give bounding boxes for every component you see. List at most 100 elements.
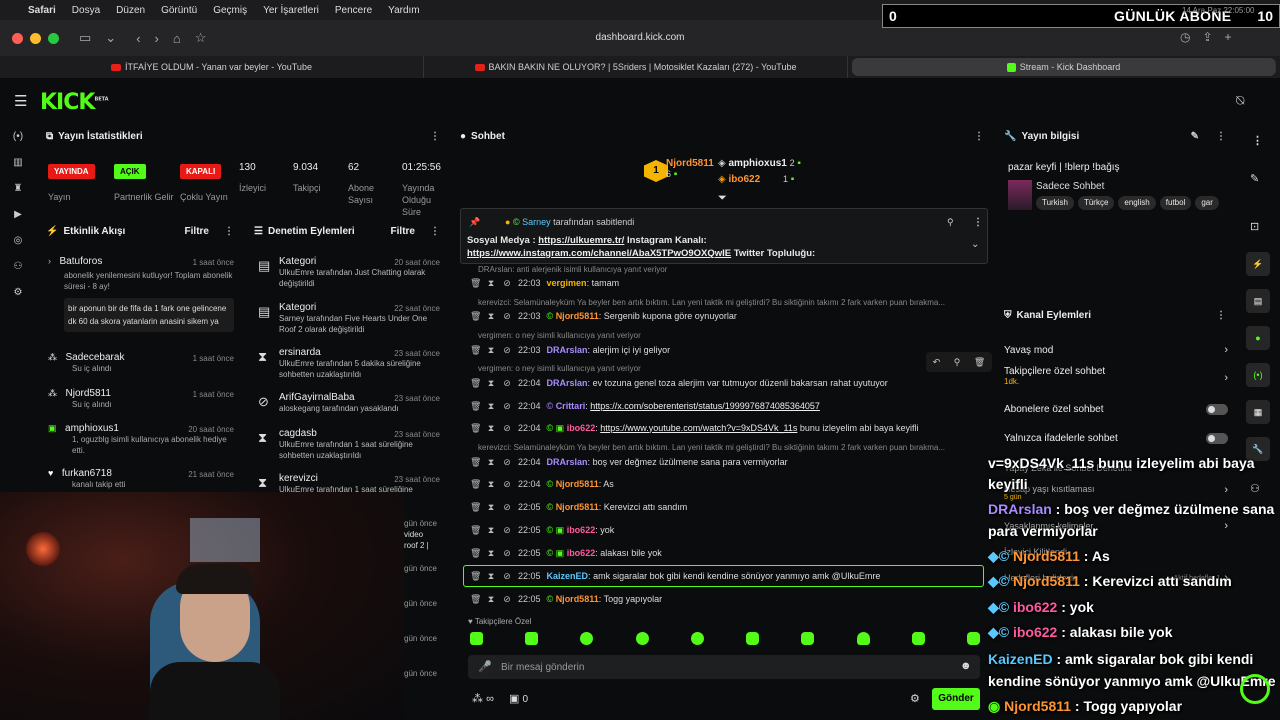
- zoom-window-button[interactable]: [48, 32, 59, 44]
- delete-icon[interactable]: 🗑: [974, 357, 985, 368]
- delete-icon[interactable]: 🗑: [470, 571, 481, 582]
- kebab-icon[interactable]: ⋮: [430, 131, 440, 142]
- trophy-icon[interactable]: ♜: [0, 176, 36, 202]
- delete-icon[interactable]: 🗑: [470, 594, 481, 605]
- emote-icon[interactable]: [525, 632, 539, 645]
- ban-icon[interactable]: ⊘: [502, 594, 512, 605]
- timeout-icon[interactable]: ⧗: [486, 502, 496, 513]
- timeout-icon[interactable]: ⧗: [486, 594, 496, 605]
- reply-icon[interactable]: ↶: [933, 357, 941, 368]
- timeout-icon[interactable]: ⧗: [486, 423, 496, 434]
- toggle-switch[interactable]: [1206, 403, 1228, 415]
- send-button[interactable]: Gönder: [932, 688, 980, 710]
- ban-icon[interactable]: ⊘: [502, 378, 512, 389]
- kebab-icon[interactable]: ⋮: [974, 131, 984, 142]
- message-user[interactable]: ibo622: [567, 525, 596, 535]
- video-icon[interactable]: ▶: [0, 202, 36, 228]
- event-user[interactable]: Batuforos: [60, 256, 103, 267]
- message-user[interactable]: DRArslan: [547, 345, 588, 355]
- emote-icon[interactable]: [690, 632, 704, 645]
- pinned-by[interactable]: Sarney: [522, 217, 551, 227]
- lightning-tool-button[interactable]: ⚡: [1246, 252, 1270, 276]
- store-tool-button[interactable]: ▦: [1246, 400, 1270, 424]
- message-user[interactable]: Njord5811: [556, 311, 599, 321]
- menu-item-view[interactable]: Görüntü: [161, 5, 197, 16]
- emote-icon[interactable]: [635, 632, 649, 645]
- emote-icon[interactable]: [966, 632, 980, 645]
- message-user[interactable]: Crittari: [556, 401, 586, 411]
- chevron-right-icon[interactable]: ›: [1224, 372, 1228, 384]
- ban-icon[interactable]: ⊘: [502, 401, 512, 412]
- chat-message[interactable]: 🗑 ⧗ ⊘ 22:03 DRArslan: alerjim içi iyi geliyo…: [470, 342, 980, 358]
- emote-icon[interactable]: [856, 632, 870, 645]
- users-icon[interactable]: ⚇: [1250, 482, 1260, 495]
- chevron-down-icon[interactable]: ⌄: [105, 30, 116, 46]
- timeout-icon[interactable]: ⧗: [486, 548, 496, 559]
- chat-tool-button[interactable]: ●: [1246, 326, 1270, 350]
- chat-message[interactable]: 🗑 ⧗ ⊘ 22:05 © ▣ ibo622: yok: [470, 522, 980, 538]
- menu-item-bookmarks[interactable]: Yer İşaretleri: [263, 5, 319, 16]
- share-icon[interactable]: ⇪: [1202, 30, 1224, 44]
- kebab-icon[interactable]: ⋮: [1216, 310, 1226, 321]
- chat-message[interactable]: 🗑 ⧗ ⊘ 22:05 © ▣ ibo622: alakası bile yok: [470, 545, 980, 561]
- chevron-right-icon[interactable]: ›: [1224, 344, 1228, 356]
- timeout-icon[interactable]: ⧗: [486, 479, 496, 490]
- timeout-icon[interactable]: ⧗: [486, 311, 496, 322]
- home-icon[interactable]: ⌂: [173, 31, 181, 46]
- document-tool-button[interactable]: ▤: [1246, 289, 1270, 313]
- message-user[interactable]: DRArslan: [547, 457, 588, 467]
- event-user[interactable]: Njord5811: [66, 388, 111, 399]
- users-icon[interactable]: ⚇: [0, 254, 36, 280]
- forward-icon[interactable]: ›: [155, 31, 159, 46]
- chat-message[interactable]: 🗑 ⧗ ⊘ 22:03 © Njord5811: Sergenib kupona gör…: [470, 308, 980, 324]
- address-bar[interactable]: dashboard.kick.com: [380, 27, 900, 49]
- chat-message[interactable]: 🗑 ⧗ ⊘ 22:04 DRArslan: boş ver değmez üzülmen…: [470, 454, 980, 470]
- chat-message[interactable]: 🗑 ⧗ ⊘ 22:04 © Njord5811: As: [470, 476, 980, 492]
- chat-message[interactable]: 🗑 ⧗ ⊘ 22:04 DRArslan: ev tozuna genel toza a…: [470, 375, 980, 391]
- pinned-link[interactable]: https://www.instagram.com/channel/AbaX5T…: [467, 248, 731, 259]
- chat-message[interactable]: 🗑 ⧗ ⊘ 22:05 © Njord5811: Togg yapıyolar: [470, 591, 980, 607]
- emote-icon[interactable]: [801, 632, 815, 645]
- camera-icon[interactable]: ⊡: [1250, 220, 1259, 233]
- message-user[interactable]: vergimen: [547, 278, 587, 288]
- broadcast-tool-button[interactable]: (•): [1246, 363, 1270, 387]
- delete-icon[interactable]: 🗑: [470, 423, 481, 434]
- event-user[interactable]: amphioxus1: [65, 423, 119, 434]
- unpin-icon[interactable]: ⚲: [947, 217, 954, 228]
- top-gifter-1[interactable]: Njord5811 6 ▪: [666, 158, 714, 180]
- category-thumbnail[interactable]: [1008, 180, 1032, 210]
- timeout-icon[interactable]: ⧗: [486, 401, 496, 412]
- followers-only-row[interactable]: Takipçilere özel sohbet 1dk. ›: [1004, 366, 1228, 392]
- menu-item-edit[interactable]: Düzen: [116, 5, 145, 16]
- message-link[interactable]: https://www.youtube.com/watch?v=9xDS4Vk_…: [600, 423, 797, 433]
- kebab-icon[interactable]: ⋮: [1216, 131, 1226, 142]
- ban-icon[interactable]: ⊘: [502, 479, 512, 490]
- chat-message[interactable]: 🗑 ⧗ ⊘ 22:05 KaizenED: amk sigaralar bok gibi…: [470, 568, 980, 584]
- message-user[interactable]: KaizenED: [547, 571, 589, 581]
- top-gifter-2[interactable]: ◈ amphioxus1 2 ▪: [718, 158, 801, 169]
- tag[interactable]: Türkçe: [1077, 196, 1115, 210]
- points-display[interactable]: ⁂ ∞ ▣ 0: [472, 692, 528, 705]
- top-gifter-3[interactable]: ◈ ibo622 1 ▪: [718, 174, 794, 185]
- stream-category[interactable]: Sadece Sohbet: [1036, 181, 1104, 192]
- emote-icon[interactable]: [580, 632, 594, 645]
- menu-item-file[interactable]: Dosya: [72, 5, 100, 16]
- ban-icon[interactable]: ⊘: [502, 525, 512, 536]
- message-user[interactable]: Njord5811: [556, 479, 599, 489]
- tag[interactable]: english: [1118, 196, 1156, 210]
- filter-button[interactable]: Filtre: [391, 226, 415, 237]
- ban-icon[interactable]: ⊘: [502, 502, 512, 513]
- timeout-icon[interactable]: ⧗: [486, 457, 496, 468]
- user-icon[interactable]: ⍉: [1236, 92, 1244, 109]
- pinned-link[interactable]: https://ulkuemre.tr/: [538, 235, 624, 246]
- chevron-down-icon[interactable]: ⌄: [971, 239, 979, 250]
- chat-message[interactable]: 🗑 ⧗ ⊘ 22:04 © Crittari: https://x.com/sobere…: [470, 398, 980, 414]
- tag[interactable]: futbol: [1159, 196, 1192, 210]
- timeout-icon[interactable]: ⧗: [486, 345, 496, 356]
- settings-icon[interactable]: ⚙: [0, 280, 36, 306]
- chevron-right-icon[interactable]: ›: [1224, 520, 1228, 532]
- kebab-icon[interactable]: ⋮: [1252, 134, 1263, 147]
- event-user[interactable]: Sadecebarak: [66, 352, 125, 363]
- ban-icon[interactable]: ⊘: [502, 571, 512, 582]
- kebab-icon[interactable]: ⋮: [224, 226, 234, 237]
